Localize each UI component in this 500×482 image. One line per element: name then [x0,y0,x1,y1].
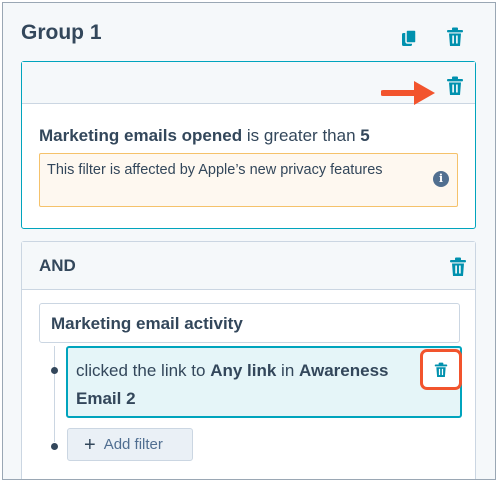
info-icon[interactable]: i [433,171,449,187]
tree-bullet [51,443,58,450]
property-group-title: Marketing email activity [51,314,243,333]
and-card-header: AND [22,242,475,290]
privacy-warning-text: This filter is affected by Apple’s new p… [47,162,383,178]
group-title: Group 1 [21,21,102,44]
add-filter-button[interactable]: + Add filter [67,428,193,461]
filter-group-panel: Group 1 Marketing emails opened is great… [2,2,496,480]
group-header: Group 1 [3,3,495,61]
rule-text: clicked the link to Any link in Awarenes… [76,357,430,413]
plus-icon: + [84,433,96,456]
rule-link: Any link [210,361,277,380]
trash-icon[interactable] [430,358,452,382]
email-activity-rule[interactable]: clicked the link to Any link in Awarenes… [66,346,462,418]
privacy-warning: This filter is affected by Apple’s new p… [39,153,458,207]
filter-value: 5 [360,126,370,145]
add-filter-label: Add filter [103,436,163,453]
filter-summary[interactable]: Marketing emails opened is greater than … [39,126,370,146]
trash-icon[interactable] [444,74,466,98]
rule-prefix: clicked the link to [76,361,206,380]
annotation-arrow-icon [381,81,435,105]
trash-icon[interactable] [444,25,466,49]
and-filter-card: AND Marketing email activity clicked the… [21,241,476,479]
rule-in: in [281,361,295,380]
filter-operator: is greater than [246,126,356,145]
copy-icon[interactable] [398,26,420,50]
filter-property: Marketing emails opened [39,126,243,145]
trash-icon[interactable] [447,255,469,279]
tree-bullet [51,367,58,374]
tree-connector-line [54,346,55,442]
and-label: AND [39,256,76,275]
property-group-box[interactable]: Marketing email activity [39,303,460,343]
